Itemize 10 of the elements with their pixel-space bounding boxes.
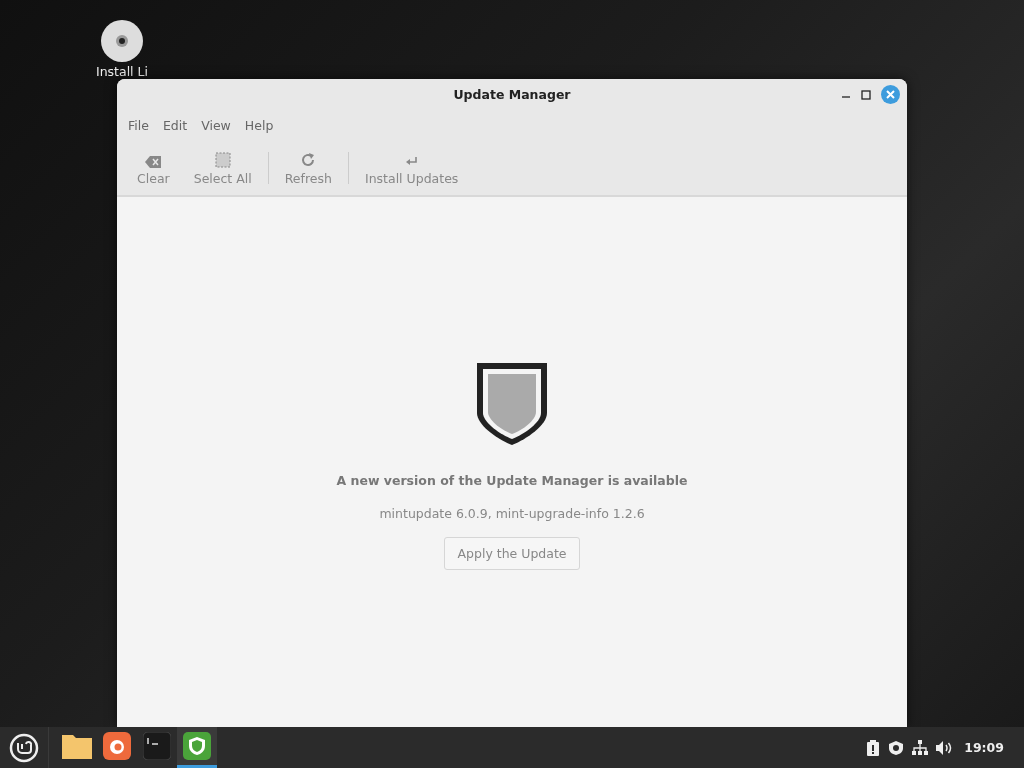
- version-text: mintupdate 6.0.9, mint-upgrade-info 1.2.6: [379, 506, 645, 521]
- clock[interactable]: 19:09: [964, 740, 1004, 755]
- desktop-icon-label[interactable]: Install Li: [95, 64, 148, 79]
- menu-item[interactable]: View: [194, 117, 238, 133]
- update-heading: A new version of the Update Manager is available: [336, 473, 688, 488]
- window-title: Update Manager: [453, 87, 571, 102]
- menu-item[interactable]: Edit: [155, 117, 195, 133]
- menu-item[interactable]: File: [121, 117, 156, 133]
- menu-item[interactable]: Help: [237, 117, 281, 133]
- apply-update-button[interactable]: Apply the Update: [444, 537, 580, 570]
